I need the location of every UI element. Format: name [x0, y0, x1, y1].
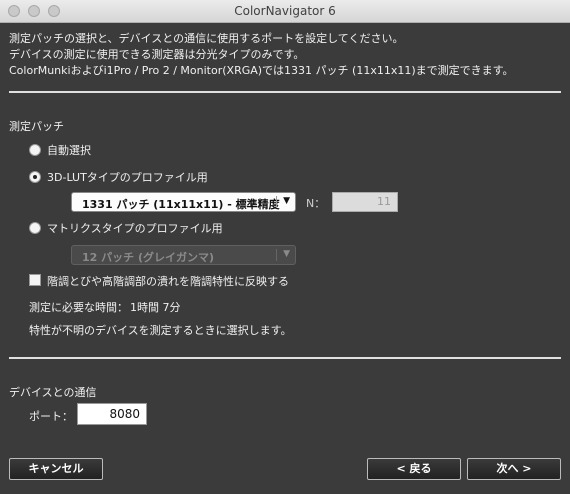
comm-section-title: デバイスとの通信 — [9, 386, 97, 399]
window-title: ColorNavigator 6 — [234, 4, 336, 18]
port-label: ポート： — [29, 410, 73, 423]
patch-note: 特性が不明のデバイスを測定するときに選択します。 — [29, 324, 292, 337]
matrix-patch-select[interactable]: 12 パッチ (グレイガンマ) ▼ — [71, 245, 296, 265]
radio-auto-select[interactable] — [29, 144, 41, 156]
radio-auto-select-label[interactable]: 自動選択 — [47, 142, 91, 158]
next-button[interactable]: 次へ > — [467, 458, 561, 480]
cancel-button[interactable]: キャンセル — [9, 458, 103, 480]
divider-top — [9, 91, 561, 93]
intro-line-3: ColorMunkiおよびi1Pro / Pro 2 / Monitor(XRG… — [9, 64, 514, 77]
divider-middle — [9, 357, 561, 359]
chevron-down-icon: ▼ — [283, 196, 290, 206]
reflect-gradation-checkbox[interactable] — [29, 274, 41, 286]
n-label: N： — [306, 197, 326, 210]
back-button[interactable]: < 戻る — [367, 458, 461, 480]
radio-matrix[interactable] — [29, 222, 41, 234]
matrix-patch-select-value: 12 パッチ (グレイガンマ) — [82, 251, 215, 264]
port-input[interactable]: 8080 — [77, 403, 147, 425]
time-label: 測定に必要な時間： — [29, 301, 128, 314]
title-bar: ColorNavigator 6 — [0, 0, 570, 23]
lut-patch-select[interactable]: 1331 パッチ (11x11x11) - 標準精度 ▼ — [71, 192, 296, 212]
intro-line-1: 測定パッチの選択と、デバイスとの通信に使用するポートを設定してください。 — [9, 32, 404, 45]
dialog-content: 測定パッチの選択と、デバイスとの通信に使用するポートを設定してください。 デバイ… — [0, 23, 570, 494]
reflect-gradation-label[interactable]: 階調とびや高階調部の潰れを階調特性に反映する — [47, 273, 289, 289]
chevron-down-icon: ▼ — [283, 249, 290, 259]
lut-patch-select-value: 1331 パッチ (11x11x11) - 標準精度 — [82, 198, 280, 211]
n-value-field[interactable]: 11 — [332, 192, 398, 212]
select-separator — [276, 196, 277, 208]
intro-line-2: デバイスの測定に使用できる測定器は分光タイプのみです。 — [9, 48, 305, 61]
time-value: 1時間 7分 — [130, 301, 181, 314]
intro-text: 測定パッチの選択と、デバイスとの通信に使用するポートを設定してください。 デバイ… — [9, 31, 514, 79]
select-separator — [276, 249, 277, 261]
patch-section-title: 測定パッチ — [9, 120, 64, 133]
radio-matrix-label[interactable]: マトリクスタイプのプロファイル用 — [47, 220, 223, 236]
radio-3d-lut[interactable] — [29, 171, 41, 183]
radio-3d-lut-label[interactable]: 3D-LUTタイプのプロファイル用 — [47, 169, 208, 185]
